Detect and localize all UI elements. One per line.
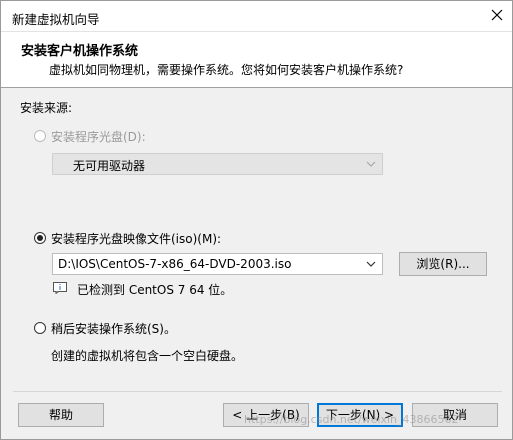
watermark-text: https://blog.csdn.net/weixin_43866562	[244, 413, 459, 426]
title-bar: 新建虚拟机向导	[1, 1, 512, 32]
iso-path-value: D:\IOS\CentOS-7-x86_64-DVD-2003.iso	[58, 257, 292, 271]
close-button[interactable]	[480, 1, 512, 31]
drive-select[interactable]: 无可用驱动器	[52, 153, 383, 175]
os-detected-text: 已检测到 CentOS 7 64 位。	[77, 283, 233, 297]
wizard-header: 安装客户机操作系统 虚拟机如同物理机，需要操作系统。您将如何安装客户机操作系统?	[1, 32, 512, 88]
radio-iso-image-label: 安装程序光盘映像文件(iso)(M):	[51, 232, 222, 246]
footer-divider	[13, 391, 502, 392]
new-vm-wizard-window: 新建虚拟机向导 安装客户机操作系统 虚拟机如同物理机，需要操作系统。您将如何安装…	[0, 0, 513, 440]
radio-install-later-label: 稍后安装操作系统(S)。	[51, 322, 176, 336]
browse-button[interactable]: 浏览(R)...	[399, 252, 487, 276]
window-title: 新建虚拟机向导	[12, 12, 100, 27]
radio-installer-disc-label: 安装程序光盘(D):	[51, 130, 146, 144]
iso-path-combobox[interactable]: D:\IOS\CentOS-7-x86_64-DVD-2003.iso	[52, 253, 383, 275]
chevron-down-icon	[366, 261, 376, 267]
help-button[interactable]: 帮助	[18, 403, 104, 427]
drive-select-value: 无可用驱动器	[73, 159, 146, 173]
install-later-description: 创建的虚拟机将包含一个空白硬盘。	[51, 349, 244, 363]
page-title: 安装客户机操作系统	[21, 44, 139, 59]
radio-install-later[interactable]	[34, 322, 46, 334]
wizard-content: 安装来源: 安装程序光盘(D): 无可用驱动器 安装程序光盘映像文件(iso)(…	[1, 89, 512, 389]
page-subtitle: 虚拟机如同物理机，需要操作系统。您将如何安装客户机操作系统?	[49, 63, 404, 77]
radio-iso-image[interactable]	[34, 232, 46, 244]
radio-installer-disc[interactable]	[34, 130, 46, 142]
chevron-down-icon	[366, 161, 376, 167]
install-source-label: 安装来源:	[20, 101, 73, 115]
info-icon	[53, 282, 67, 294]
close-icon	[491, 9, 503, 21]
